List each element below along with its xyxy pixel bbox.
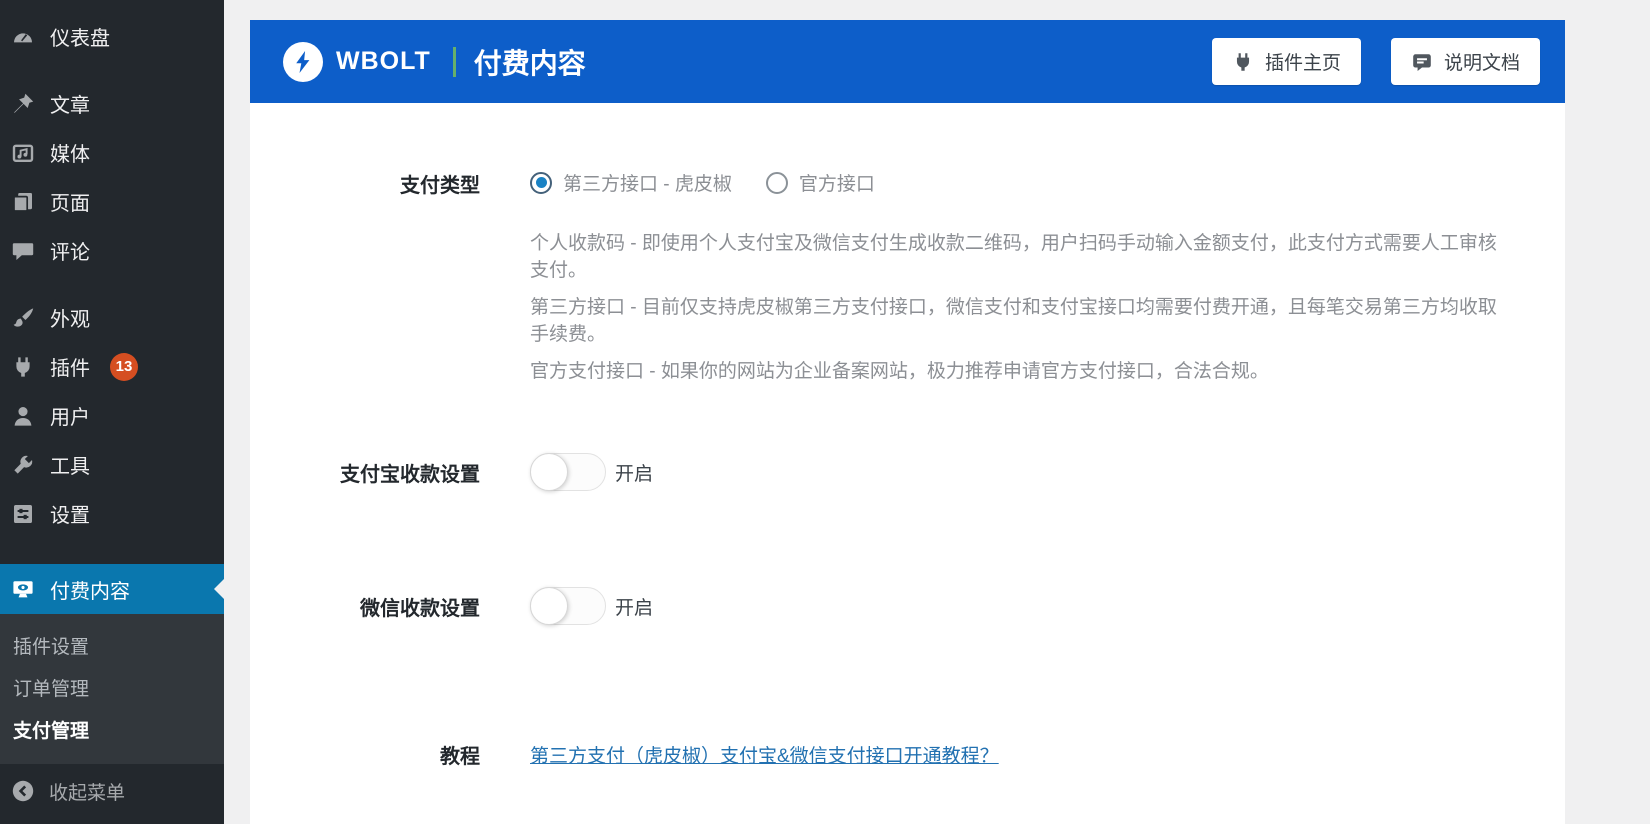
tutorial-row: 教程 第三方支付（虎皮椒）支付宝&微信支付接口开通教程？ xyxy=(250,740,1565,769)
payment-type-options: 第三方接口 - 虎皮椒 官方接口 xyxy=(530,169,875,196)
payment-type-descriptions: 个人收款码 - 即使用个人支付宝及微信支付生成收款二维码，用户扫码手动输入金额支… xyxy=(530,230,1508,385)
plugin-home-label: 插件主页 xyxy=(1264,53,1341,74)
sidebar-item-users[interactable]: 用户 xyxy=(0,391,224,440)
admin-menu: 仪表盘 文章 媒体 页面 评论 外观 插件 13 用户 工具 设置 付费内容 xyxy=(0,0,224,614)
collapse-menu-button[interactable]: 收起菜单 xyxy=(0,767,224,815)
menu-separator xyxy=(0,538,224,564)
alipay-toggle[interactable] xyxy=(530,453,606,491)
brush-icon xyxy=(9,304,36,331)
submenu-item-label: 订单管理 xyxy=(13,678,90,700)
alipay-settings-label: 支付宝收款设置 xyxy=(340,463,480,486)
dashboard-icon xyxy=(9,23,36,50)
description-third-party: 第三方接口 - 目前仅支持虎皮椒第三方支付接口，微信支付和支付宝接口均需要付费开… xyxy=(530,297,1497,345)
alipay-toggle-label: 开启 xyxy=(615,463,654,485)
sidebar-item-label: 媒体 xyxy=(50,144,90,166)
payment-type-label: 支付类型 xyxy=(400,175,480,197)
wechat-toggle[interactable] xyxy=(530,587,606,625)
sidebar-item-label: 页面 xyxy=(50,193,90,215)
sidebar-item-label: 工具 xyxy=(50,456,90,478)
sidebar-item-label: 付费内容 xyxy=(50,580,130,603)
alipay-settings-row: 支付宝收款设置 开启 xyxy=(250,453,1565,491)
main-content: WBOLT 付费内容 插件主页 说明文档 支付类型 第三方接口 - 虎皮椒 官方… xyxy=(250,20,1565,824)
wrench-icon xyxy=(9,451,36,478)
wechat-toggle-label: 开启 xyxy=(615,597,654,619)
description-official: 官方支付接口 - 如果你的网站为企业备案网站，极力推荐申请官方支付接口，合法合规… xyxy=(530,361,1269,382)
plugins-update-badge: 13 xyxy=(110,352,138,381)
wechat-settings-label: 微信收款设置 xyxy=(360,597,480,620)
plug-icon xyxy=(9,353,36,380)
brand-name: WBOLT xyxy=(336,47,431,75)
page-title: 付费内容 xyxy=(473,47,586,79)
paid-content-icon xyxy=(9,576,36,603)
comment-icon xyxy=(9,237,36,264)
collapse-arrow-icon xyxy=(9,778,36,805)
tutorial-link[interactable]: 第三方支付（虎皮椒）支付宝&微信支付接口开通教程？ xyxy=(530,741,999,768)
plug-icon xyxy=(1236,52,1250,71)
radio-circle-checked-icon xyxy=(530,171,552,194)
radio-official[interactable]: 官方接口 xyxy=(765,169,875,196)
sidebar-item-settings[interactable]: 设置 xyxy=(0,489,224,538)
payment-type-row: 支付类型 第三方接口 - 虎皮椒 官方接口 xyxy=(250,167,1565,198)
settings-panel: 支付类型 第三方接口 - 虎皮椒 官方接口 个人收款码 - 即使用个人支付宝及微… xyxy=(250,103,1565,824)
title-divider xyxy=(452,46,456,77)
radio-label: 第三方接口 - 虎皮椒 xyxy=(563,174,732,195)
sidebar-item-tools[interactable]: 工具 xyxy=(0,440,224,489)
sidebar-item-label: 外观 xyxy=(50,309,90,331)
admin-sidebar: 仪表盘 文章 媒体 页面 评论 外观 插件 13 用户 工具 设置 付费内容 插… xyxy=(0,0,224,824)
radio-label: 官方接口 xyxy=(798,174,875,195)
description-personal-qr: 个人收款码 - 即使用个人支付宝及微信支付生成收款二维码，用户扫码手动输入金额支… xyxy=(530,233,1497,281)
wbolt-logo xyxy=(283,41,323,82)
plugin-header-banner: WBOLT 付费内容 插件主页 说明文档 xyxy=(250,20,1565,103)
radio-circle-icon xyxy=(765,171,788,194)
sidebar-item-comments[interactable]: 评论 xyxy=(0,226,224,275)
media-icon xyxy=(9,139,36,166)
sidebar-item-plugins[interactable]: 插件 13 xyxy=(0,342,224,391)
sidebar-item-appearance[interactable]: 外观 xyxy=(0,293,224,342)
sidebar-item-dashboard[interactable]: 仪表盘 xyxy=(0,12,224,61)
submenu-item-payment-management[interactable]: 支付管理 xyxy=(0,708,224,750)
submenu-item-label: 支付管理 xyxy=(13,720,90,742)
sidebar-item-label: 设置 xyxy=(50,505,90,527)
menu-separator xyxy=(0,61,224,79)
toggle-knob xyxy=(530,587,568,625)
sidebar-item-media[interactable]: 媒体 xyxy=(0,128,224,177)
document-icon xyxy=(1413,53,1431,71)
sidebar-item-paid-content[interactable]: 付费内容 xyxy=(0,564,224,614)
screen: 仪表盘 文章 媒体 页面 评论 外观 插件 13 用户 工具 设置 付费内容 插… xyxy=(0,0,1650,824)
submenu-item-order-management[interactable]: 订单管理 xyxy=(0,666,224,708)
menu-separator xyxy=(0,275,224,293)
documentation-button[interactable]: 说明文档 xyxy=(1390,38,1540,85)
toggle-knob xyxy=(530,453,568,491)
paid-content-submenu: 插件设置 订单管理 支付管理 xyxy=(0,614,224,764)
sidebar-item-label: 插件 xyxy=(50,358,90,380)
collapse-menu-label: 收起菜单 xyxy=(49,782,126,804)
documentation-label: 说明文档 xyxy=(1443,53,1520,74)
user-icon xyxy=(9,402,36,429)
sidebar-item-label: 文章 xyxy=(50,95,90,117)
plugin-home-button[interactable]: 插件主页 xyxy=(1211,38,1361,85)
wechat-settings-row: 微信收款设置 开启 xyxy=(250,587,1565,625)
sidebar-item-posts[interactable]: 文章 xyxy=(0,79,224,128)
sidebar-item-label: 用户 xyxy=(50,407,90,429)
sidebar-item-label: 仪表盘 xyxy=(50,28,110,50)
tutorial-label: 教程 xyxy=(440,746,480,768)
sidebar-item-label: 评论 xyxy=(50,242,90,264)
sidebar-item-pages[interactable]: 页面 xyxy=(0,177,224,226)
sliders-icon xyxy=(9,500,36,527)
radio-third-party[interactable]: 第三方接口 - 虎皮椒 xyxy=(530,169,732,196)
submenu-item-plugin-settings[interactable]: 插件设置 xyxy=(0,624,224,666)
pages-icon xyxy=(9,188,36,215)
header-buttons: 插件主页 说明文档 xyxy=(1211,38,1540,85)
pin-icon xyxy=(9,90,36,117)
submenu-item-label: 插件设置 xyxy=(13,636,90,658)
